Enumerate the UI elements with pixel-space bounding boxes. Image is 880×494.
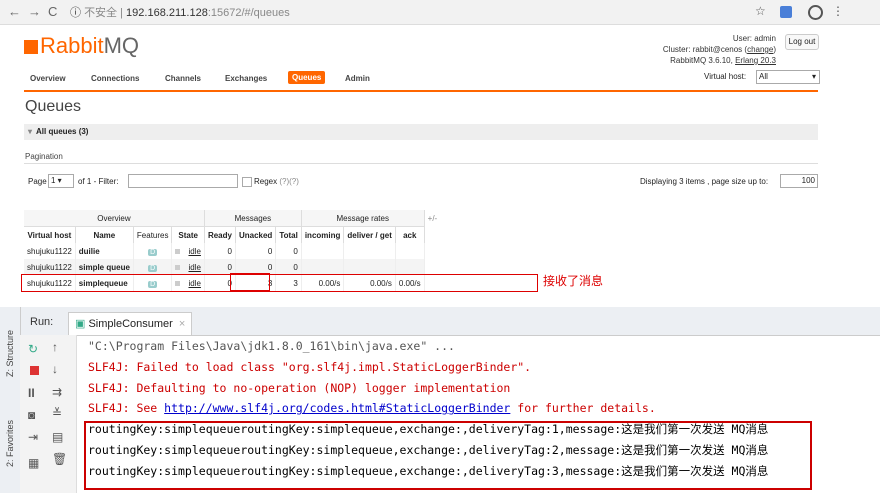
- page-label: Page: [28, 177, 47, 186]
- print-icon[interactable]: ▤: [52, 430, 63, 444]
- queue-name-link[interactable]: simple queue: [75, 259, 134, 275]
- scroll-up-icon[interactable]: ↑: [52, 340, 58, 354]
- console-line: "C:\Program Files\Java\jdk1.8.0_161\bin\…: [88, 339, 455, 353]
- reload-icon[interactable]: C: [48, 4, 57, 19]
- tab-exchanges[interactable]: Exchanges: [225, 74, 267, 83]
- menu-icon[interactable]: ⋮: [832, 4, 844, 18]
- run-config-icon: ▣: [75, 318, 89, 330]
- state-icon: [175, 264, 181, 270]
- group-rates: Message rates: [301, 210, 425, 227]
- soft-wrap-icon[interactable]: ⇉: [52, 385, 62, 399]
- durable-badge: D: [148, 248, 158, 256]
- col-vhost: Virtual host: [24, 226, 76, 243]
- url-rest: :15672/#/queues: [207, 7, 290, 19]
- info-icon: ⓘ: [70, 7, 81, 19]
- layout-icon[interactable]: ▦: [28, 456, 39, 470]
- regex-label: Regex (?)(?): [254, 177, 299, 186]
- filter-input[interactable]: [128, 174, 238, 188]
- queue-name-link[interactable]: duilie: [75, 243, 134, 259]
- durable-badge: D: [148, 264, 158, 272]
- regex-checkbox[interactable]: [242, 177, 252, 187]
- console-line: SLF4J: See http://www.slf4j.org/codes.ht…: [88, 401, 656, 416]
- state-icon: [175, 248, 181, 254]
- close-icon: ×: [178, 318, 186, 330]
- of-filter-label: of 1 - Filter:: [78, 177, 119, 186]
- pagination-label: Pagination: [25, 152, 63, 161]
- vhost-label: Virtual host:: [704, 72, 747, 81]
- run-label: Run:: [30, 316, 54, 328]
- profile-icon[interactable]: [808, 5, 823, 20]
- favorites-tool-tab[interactable]: 2: Favorites: [5, 420, 15, 467]
- page-size-input[interactable]: 100: [780, 174, 818, 188]
- vhost-select[interactable]: All ▾: [756, 70, 820, 84]
- chevron-down-icon: ▾: [811, 72, 816, 81]
- col-state: State: [171, 226, 205, 243]
- slf4j-link[interactable]: http://www.slf4j.org/codes.html#StaticLo…: [164, 401, 510, 415]
- col-features: Features: [133, 226, 173, 243]
- logo-icon: [24, 40, 38, 54]
- rabbitmq-logo: RabbitMQ: [24, 33, 139, 59]
- annotation-label: 接收了消息: [543, 274, 604, 288]
- forward-icon[interactable]: →: [28, 4, 41, 19]
- page-select[interactable]: 1 ▾: [48, 174, 74, 188]
- console-line: SLF4J: Failed to load class "org.slf4j.i…: [88, 359, 532, 374]
- col-ack: ack: [395, 226, 425, 243]
- trash-icon[interactable]: 🗑: [52, 452, 67, 466]
- tab-simple-consumer[interactable]: ▣ SimpleConsumer ×: [68, 312, 193, 335]
- extension-icon[interactable]: [780, 6, 792, 18]
- main-nav: [24, 70, 818, 92]
- highlight-row-box: [21, 274, 538, 292]
- displaying-label: Displaying 3 items , page size up to:: [640, 177, 769, 186]
- login-icon[interactable]: ⇥: [28, 430, 38, 444]
- tab-queues[interactable]: Queues: [288, 71, 326, 84]
- tab-overview[interactable]: Overview: [30, 74, 66, 83]
- col-name: Name: [75, 226, 134, 243]
- all-queues-section[interactable]: ▾ All queues (3): [24, 124, 818, 140]
- highlight-ready-box: [230, 273, 270, 291]
- logout-button[interactable]: Log out: [785, 34, 819, 50]
- collapse-icon: ▾: [28, 127, 33, 136]
- col-total: Total: [275, 226, 302, 243]
- group-messages: Messages: [204, 210, 302, 227]
- scroll-to-end-icon[interactable]: ≚: [52, 406, 62, 420]
- insecure-label: 不安全: [84, 7, 118, 19]
- plusminus-button[interactable]: +/-: [424, 210, 441, 227]
- cluster-change-link[interactable]: change: [747, 45, 773, 54]
- structure-tool-tab[interactable]: Z: Structure: [5, 330, 15, 377]
- address-bar[interactable]: ⓘ 不安全 | 192.168.211.128:15672/#/queues: [70, 4, 290, 20]
- back-icon[interactable]: ←: [8, 4, 21, 19]
- bookmark-star-icon[interactable]: ☆: [755, 4, 766, 18]
- table-row[interactable]: shujuku1122 duilie D idle 0 0 0: [24, 243, 440, 259]
- console-line: SLF4J: Defaulting to no-operation (NOP) …: [88, 380, 511, 395]
- scroll-down-icon[interactable]: ↓: [52, 362, 58, 376]
- page-title: Queues: [25, 98, 82, 115]
- pause-icon[interactable]: II: [28, 386, 35, 400]
- col-ready: Ready: [204, 226, 236, 243]
- col-incoming: incoming: [301, 226, 345, 243]
- tab-channels[interactable]: Channels: [165, 74, 201, 83]
- rerun-icon[interactable]: ↻: [28, 342, 38, 356]
- tab-admin[interactable]: Admin: [345, 74, 370, 83]
- stop-icon[interactable]: [30, 366, 39, 375]
- erlang-link[interactable]: Erlang 20.3: [735, 56, 776, 65]
- camera-icon[interactable]: ◙: [28, 408, 35, 422]
- group-overview: Overview: [24, 210, 205, 227]
- col-unacked: Unacked: [235, 226, 277, 243]
- tab-connections[interactable]: Connections: [91, 74, 139, 83]
- col-deliver: deliver / get: [343, 226, 396, 243]
- url-host: 192.168.211.128: [126, 7, 208, 19]
- user-info: User: admin Cluster: rabbit@cenos (chang…: [662, 34, 776, 65]
- highlight-output-box: [84, 421, 812, 490]
